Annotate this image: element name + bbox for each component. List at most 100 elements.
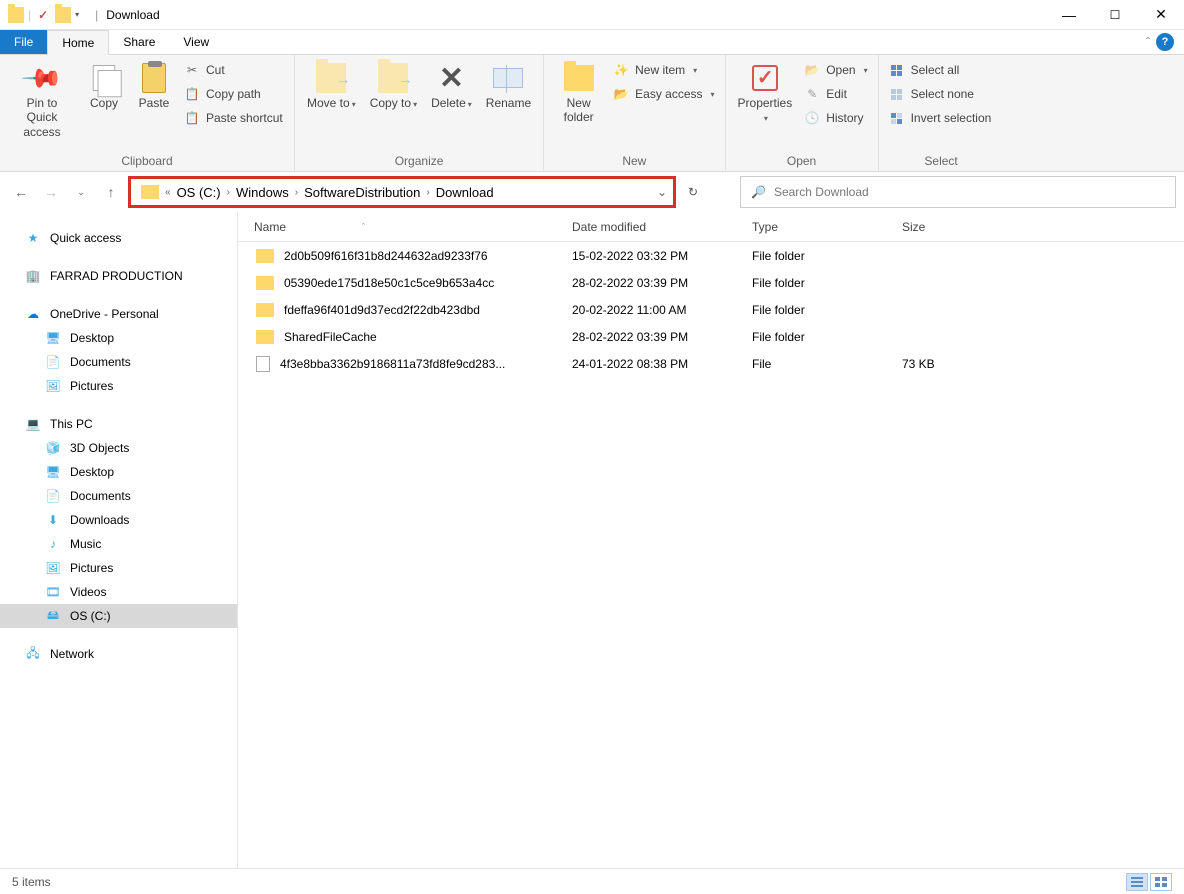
col-name[interactable]: Nameˆ — [238, 220, 560, 234]
file-date: 28-02-2022 03:39 PM — [560, 330, 740, 344]
select-all-button[interactable]: Select all — [885, 60, 996, 80]
address-bar[interactable]: « OS (C:) › Windows › SoftwareDistributi… — [128, 176, 676, 208]
refresh-button[interactable]: ↻ — [680, 179, 706, 205]
chevron-right-icon[interactable]: › — [293, 187, 300, 198]
file-row[interactable]: 2d0b509f616f31b8d244632ad9233f7615-02-20… — [238, 242, 1184, 269]
tree-this-pc[interactable]: 💻This PC — [0, 412, 237, 436]
file-type: File folder — [740, 249, 890, 263]
address-folder-icon — [141, 185, 159, 199]
cut-button[interactable]: ✂Cut — [180, 60, 287, 80]
tree-pc-desktop[interactable]: 🖥Desktop — [0, 460, 237, 484]
tree-pc-videos[interactable]: 🎞Videos — [0, 580, 237, 604]
cloud-icon: ☁ — [24, 306, 42, 322]
breadcrumb-softdist[interactable]: SoftwareDistribution — [304, 185, 420, 200]
tree-od-documents[interactable]: 📄Documents — [0, 350, 237, 374]
tree-pc-pictures[interactable]: 🖼Pictures — [0, 556, 237, 580]
forward-button[interactable]: → — [38, 179, 64, 205]
col-type[interactable]: Type — [740, 220, 890, 234]
rename-button[interactable]: Rename — [480, 58, 537, 110]
qat-folder-icon[interactable] — [55, 7, 71, 23]
tab-home[interactable]: Home — [47, 30, 109, 55]
help-icon[interactable]: ? — [1156, 33, 1174, 51]
paste-shortcut-button[interactable]: 📋Paste shortcut — [180, 108, 287, 128]
tree-od-desktop[interactable]: 🖥Desktop — [0, 326, 237, 350]
easy-access-button[interactable]: 📂Easy access▾ — [609, 84, 718, 104]
tree-quick-access[interactable]: ★Quick access — [0, 226, 237, 250]
tree-onedrive[interactable]: ☁OneDrive - Personal — [0, 302, 237, 326]
qat-dropdown-icon[interactable]: ▾ — [75, 10, 87, 19]
ribbon-tabs: File Home Share View ˆ ? — [0, 30, 1184, 55]
star-icon: ★ — [24, 230, 42, 246]
new-item-button[interactable]: ✨New item▾ — [609, 60, 718, 80]
breadcrumb-os[interactable]: OS (C:) — [177, 185, 221, 200]
copy-button[interactable]: Copy — [80, 58, 128, 110]
tree-farrad[interactable]: 🏢FARRAD PRODUCTION — [0, 264, 237, 288]
open-button[interactable]: 📂Open▾ — [800, 60, 871, 80]
file-date: 28-02-2022 03:39 PM — [560, 276, 740, 290]
invert-icon — [889, 110, 905, 126]
tree-pc-documents[interactable]: 📄Documents — [0, 484, 237, 508]
move-to-button[interactable]: Move to▾ — [301, 58, 362, 110]
tab-view[interactable]: View — [169, 30, 223, 54]
file-row[interactable]: SharedFileCache28-02-2022 03:39 PMFile f… — [238, 323, 1184, 350]
details-view-button[interactable] — [1126, 873, 1148, 891]
tree-od-pictures[interactable]: 🖼Pictures — [0, 374, 237, 398]
tree-3d-objects[interactable]: 🧊3D Objects — [0, 436, 237, 460]
breadcrumb-windows[interactable]: Windows — [236, 185, 289, 200]
chevron-right-icon[interactable]: › — [225, 187, 232, 198]
chevron-icon[interactable]: « — [163, 187, 173, 198]
edit-button[interactable]: ✎Edit — [800, 84, 871, 104]
file-row[interactable]: fdeffa96f401d9d37ecd2f22db423dbd20-02-20… — [238, 296, 1184, 323]
download-icon: ⬇ — [44, 512, 62, 528]
properties-button[interactable]: Properties▾ — [732, 58, 799, 125]
file-row[interactable]: 4f3e8bba3362b9186811a73fd8fe9cd283...24-… — [238, 350, 1184, 377]
copy-path-button[interactable]: 📋Copy path — [180, 84, 287, 104]
recent-dropdown[interactable]: ⌄ — [68, 179, 94, 205]
building-icon: 🏢 — [24, 268, 42, 284]
new-folder-button[interactable]: New folder — [550, 58, 607, 125]
maximize-button[interactable]: ☐ — [1092, 0, 1138, 30]
file-icon — [256, 356, 270, 372]
back-button[interactable]: ← — [8, 179, 34, 205]
tab-share[interactable]: Share — [109, 30, 169, 54]
copy-to-button[interactable]: Copy to▾ — [364, 58, 423, 110]
pictures-icon: 🖼 — [44, 378, 62, 394]
close-button[interactable]: ✕ — [1138, 0, 1184, 30]
details-icon — [1131, 877, 1143, 887]
breadcrumb-download[interactable]: Download — [436, 185, 494, 200]
paste-button[interactable]: Paste — [130, 58, 178, 110]
edit-icon: ✎ — [804, 86, 820, 102]
cube-icon: 🧊 — [44, 440, 62, 456]
delete-button[interactable]: ✕Delete▾ — [425, 58, 478, 110]
file-date: 15-02-2022 03:32 PM — [560, 249, 740, 263]
select-none-button[interactable]: Select none — [885, 84, 996, 104]
tab-file[interactable]: File — [0, 30, 47, 54]
col-size[interactable]: Size — [890, 220, 1040, 234]
desktop-icon: 🖥 — [44, 330, 62, 346]
thumbnails-view-button[interactable] — [1150, 873, 1172, 891]
file-row[interactable]: 05390ede175d18e50c1c5ce9b653a4cc28-02-20… — [238, 269, 1184, 296]
invert-selection-button[interactable]: Invert selection — [885, 108, 996, 128]
pin-quick-access-button[interactable]: 📌 Pin to Quick access — [6, 58, 78, 139]
tree-pc-music[interactable]: ♪Music — [0, 532, 237, 556]
nav-tree[interactable]: ★Quick access 🏢FARRAD PRODUCTION ☁OneDri… — [0, 212, 238, 868]
paste-icon — [142, 63, 166, 93]
chevron-up-icon[interactable]: ˆ — [1146, 35, 1150, 49]
col-date[interactable]: Date modified — [560, 220, 740, 234]
clipboard-group-label: Clipboard — [6, 152, 288, 171]
address-dropdown-icon[interactable]: ⌄ — [657, 185, 667, 199]
tree-pc-downloads[interactable]: ⬇Downloads — [0, 508, 237, 532]
minimize-button[interactable]: — — [1046, 0, 1092, 30]
select-all-icon — [889, 62, 905, 78]
pin-label: Pin to Quick access — [12, 96, 72, 139]
copy-icon — [93, 65, 115, 91]
search-box[interactable]: 🔍 Search Download — [740, 176, 1176, 208]
qat-save-icon[interactable]: ✓ — [35, 7, 51, 23]
pin-icon: 📌 — [20, 56, 65, 101]
up-button[interactable]: ↑ — [98, 179, 124, 205]
file-date: 24-01-2022 08:38 PM — [560, 357, 740, 371]
tree-network[interactable]: 🖧Network — [0, 642, 237, 666]
tree-pc-os[interactable]: 🖴OS (C:) — [0, 604, 237, 628]
chevron-right-icon[interactable]: › — [424, 187, 431, 198]
history-button[interactable]: 🕓History — [800, 108, 871, 128]
